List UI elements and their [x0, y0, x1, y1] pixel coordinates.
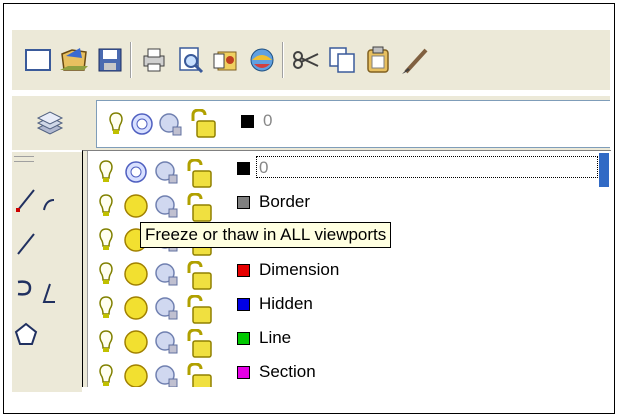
sun-icon[interactable]	[123, 193, 149, 224]
layer-name: Section	[259, 362, 316, 381]
arc-tool-icon[interactable]	[42, 198, 56, 212]
viewport-freeze-icon[interactable]	[153, 159, 179, 190]
layer-color-swatch	[237, 264, 250, 277]
lightbulb-icon	[107, 111, 125, 142]
copy-icon[interactable]	[326, 44, 358, 76]
publish-icon[interactable]	[210, 44, 242, 76]
layer-manager-icon[interactable]	[34, 110, 66, 142]
cut-icon[interactable]	[290, 44, 322, 76]
snowflake-icon[interactable]	[123, 159, 149, 190]
layer-dropdown-list: 0BorderConstructionDimensionHiddenLineSe…	[82, 150, 611, 387]
focus-rectangle	[256, 156, 598, 178]
save-icon[interactable]	[94, 44, 126, 76]
snowflake-icon	[129, 111, 155, 142]
viewport-freeze-icon[interactable]	[153, 329, 179, 360]
layer-color-swatch	[237, 332, 250, 345]
new-file-icon[interactable]	[22, 44, 54, 76]
polygon-tool-icon[interactable]	[14, 322, 38, 351]
layer-row[interactable]: Dimension	[83, 255, 611, 292]
toolbar-separator	[130, 42, 132, 78]
plot-preview-icon[interactable]	[174, 44, 206, 76]
selection-highlight	[599, 153, 609, 187]
triangle-tool-icon[interactable]	[42, 282, 56, 309]
unlocked-padlock-icon[interactable]	[183, 362, 217, 387]
layer-row[interactable]: Border	[83, 187, 611, 224]
sun-icon[interactable]	[123, 295, 149, 326]
layer-row[interactable]: Line	[83, 323, 611, 360]
ray-tool-icon[interactable]	[16, 232, 36, 261]
layer-color-swatch	[237, 162, 250, 175]
lightbulb-icon[interactable]	[97, 295, 115, 326]
tooltip: Freeze or thaw in ALL viewports	[140, 222, 392, 248]
layer-name: 0	[259, 158, 269, 177]
lightbulb-icon[interactable]	[97, 159, 115, 190]
lightbulb-icon[interactable]	[97, 329, 115, 360]
toolbar-grip	[14, 156, 34, 162]
viewport-freeze-icon[interactable]	[153, 193, 179, 224]
layer-name: Hidden	[259, 294, 313, 313]
current-layer-name: 0	[263, 111, 273, 130]
standard-toolbar	[12, 30, 610, 90]
polyline-tool-icon[interactable]	[14, 276, 38, 305]
layer-row[interactable]: Hidden	[83, 289, 611, 326]
sun-icon[interactable]	[123, 261, 149, 292]
layer-control-combo[interactable]: 0	[96, 100, 610, 148]
plot-icon[interactable]	[138, 44, 170, 76]
viewport-freeze-icon	[157, 111, 183, 142]
3d-dwf-icon[interactable]	[246, 44, 278, 76]
viewport-freeze-icon[interactable]	[153, 261, 179, 292]
layer-color-swatch	[237, 366, 250, 379]
layer-color-swatch	[237, 196, 250, 209]
layer-color-swatch	[237, 298, 250, 311]
layer-color-swatch	[241, 115, 254, 128]
layer-name: Border	[259, 192, 311, 211]
sun-icon[interactable]	[123, 329, 149, 360]
unlocked-padlock-icon	[187, 108, 221, 144]
viewport-freeze-icon[interactable]	[153, 363, 179, 387]
toolbar-separator	[282, 42, 284, 78]
draw-toolbar	[12, 152, 82, 392]
lightbulb-icon[interactable]	[97, 227, 115, 258]
layer-row[interactable]: 0	[83, 153, 611, 190]
match-properties-icon[interactable]	[398, 44, 430, 76]
layer-row[interactable]: Section	[83, 357, 611, 387]
sun-icon[interactable]	[123, 363, 149, 387]
open-file-icon[interactable]	[58, 44, 90, 76]
layer-name: Line	[259, 328, 292, 347]
paste-icon[interactable]	[362, 44, 394, 76]
lightbulb-icon[interactable]	[97, 261, 115, 292]
lightbulb-icon[interactable]	[97, 193, 115, 224]
line-tool-icon[interactable]	[16, 188, 36, 217]
viewport-freeze-icon[interactable]	[153, 295, 179, 326]
lightbulb-icon[interactable]	[97, 363, 115, 387]
layers-toolbar: 0	[12, 96, 610, 150]
layer-name: Dimension	[259, 260, 340, 279]
